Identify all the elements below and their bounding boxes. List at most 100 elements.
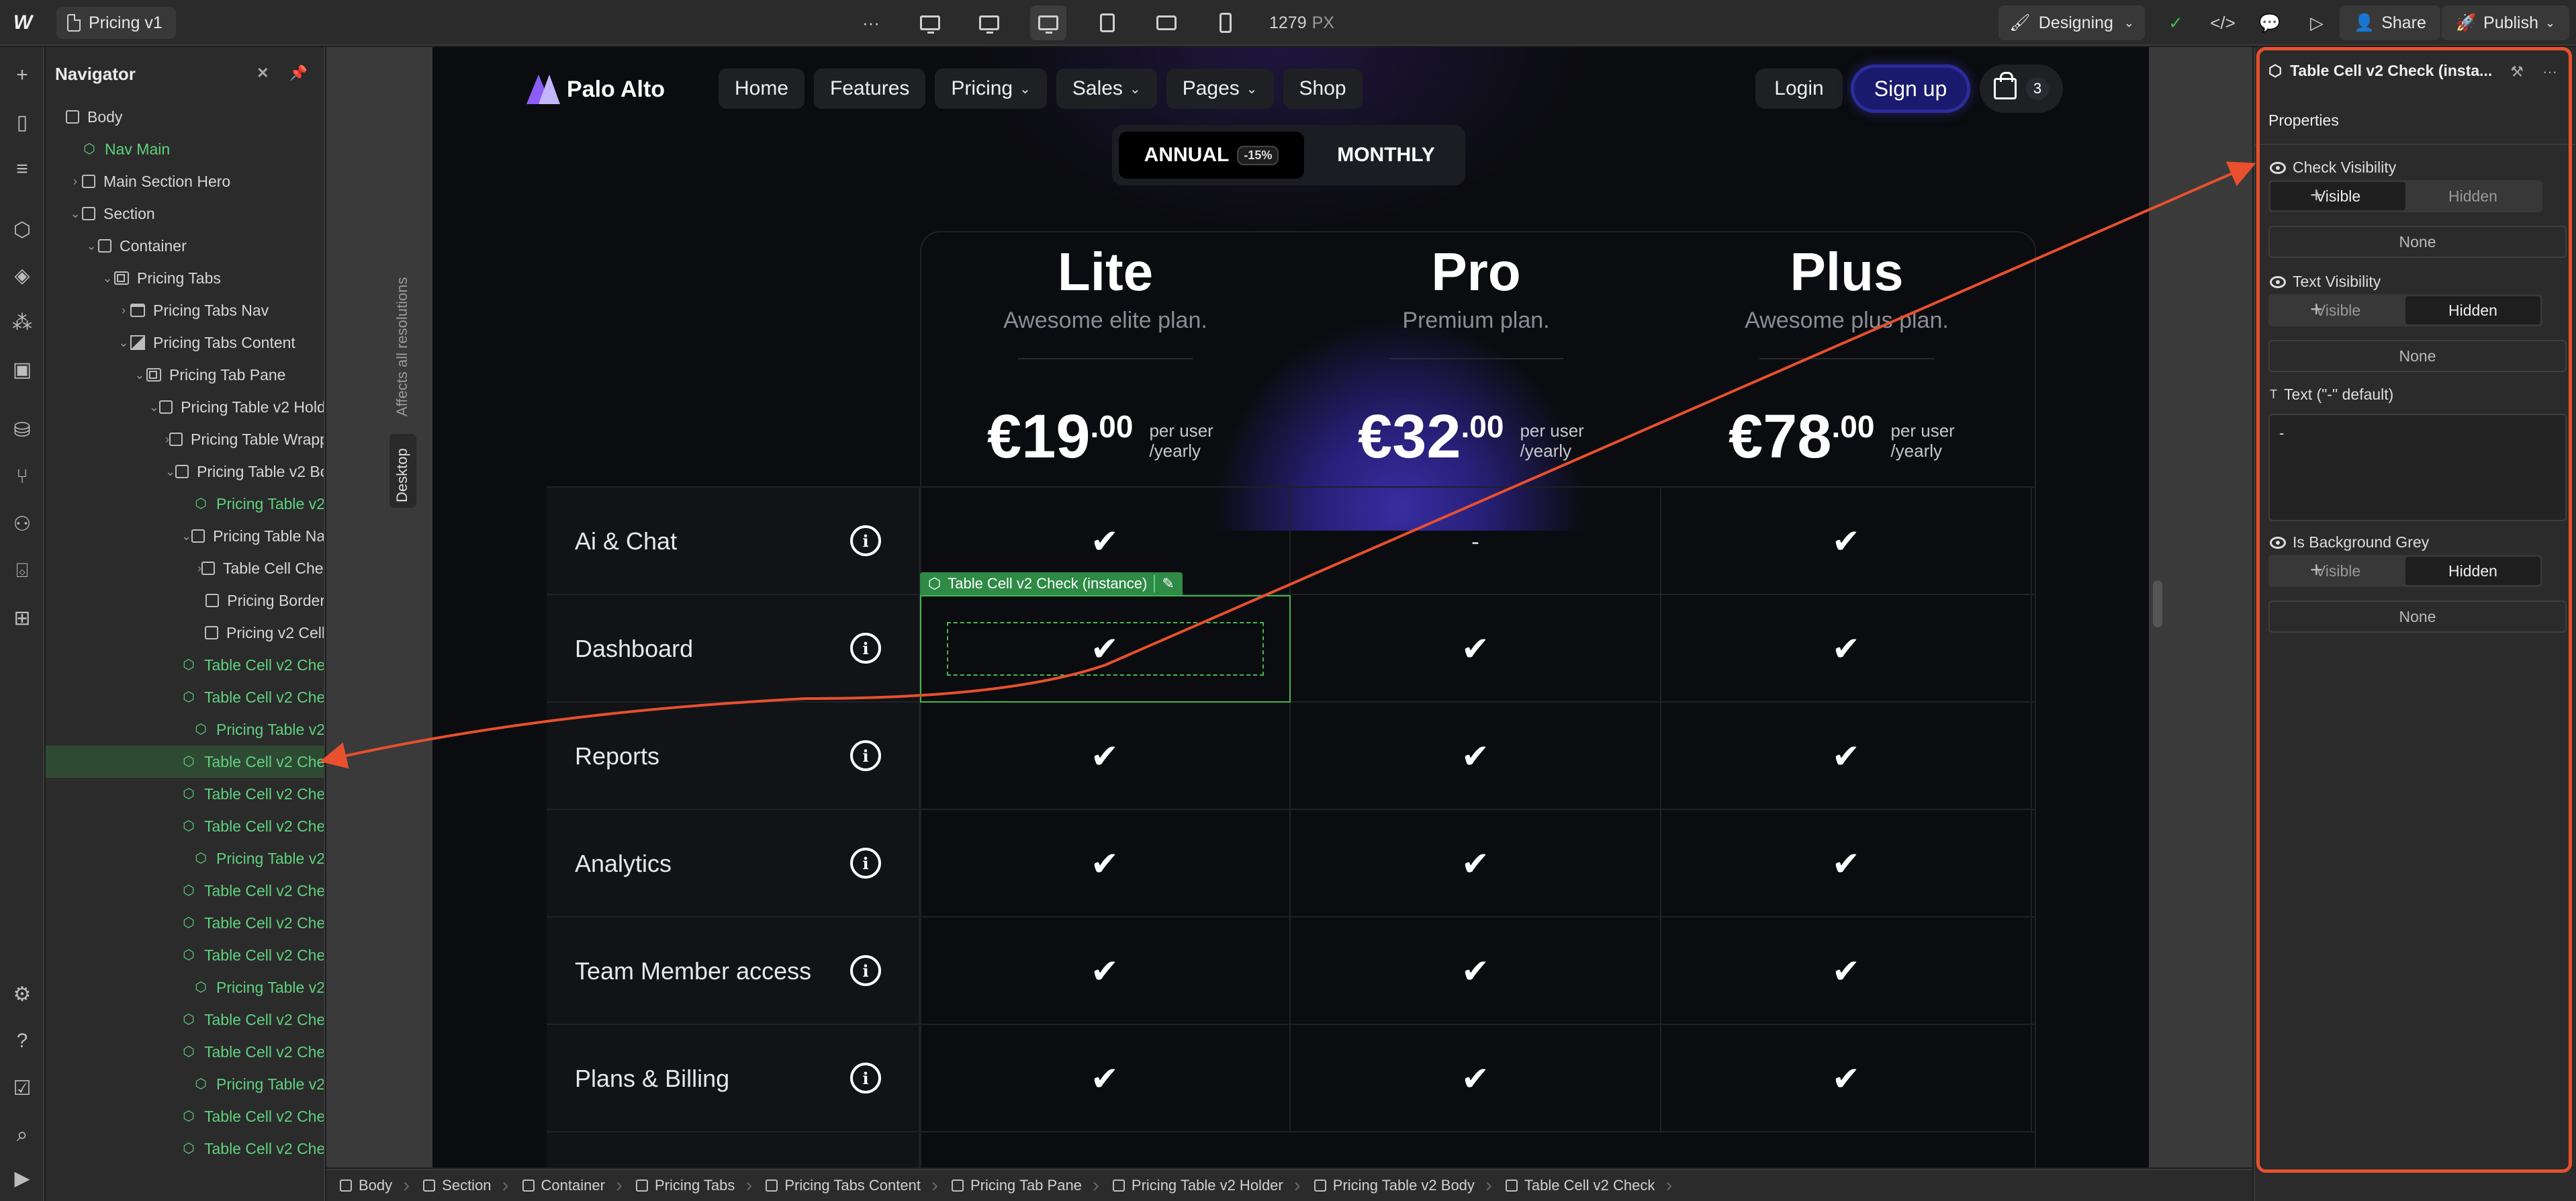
navigator-item[interactable]: ⬡ Nav Main <box>46 133 324 165</box>
webflow-logo-icon[interactable]: W <box>9 9 36 36</box>
expand-caret-icon[interactable]: ⌄ <box>68 207 82 221</box>
apps-icon[interactable]: ⊞ <box>9 605 36 631</box>
navigator-item[interactable]: Pricing v2 Cell <box>46 617 324 649</box>
nav-pricing[interactable]: Pricing ⌄ <box>935 69 1047 109</box>
check-icon[interactable]: ✔ <box>920 703 1291 810</box>
navigator-item[interactable]: ⬡ Table Cell v2 Check <box>46 907 324 939</box>
breadcrumb-item[interactable]: Pricing Tabs Content <box>752 1169 938 1201</box>
logic-icon[interactable]: ⑂ <box>9 463 36 490</box>
navigator-item[interactable]: ⬡ Pricing Table v2 <box>46 842 324 875</box>
navigator-item[interactable]: ›Table Cell Check <box>46 552 324 584</box>
pin-icon[interactable]: 📌 <box>289 64 308 82</box>
expand-caret-icon[interactable]: ⌄ <box>85 239 98 253</box>
check-icon[interactable]: ✔ <box>1291 1025 1661 1132</box>
navigator-item[interactable]: ⬡ Table Cell v2 Check <box>46 1004 324 1036</box>
navigator-item[interactable]: ⌄ Container <box>46 230 324 262</box>
navigator-item[interactable]: › Pricing Tabs Nav <box>46 294 324 326</box>
login-button[interactable]: Login <box>1755 69 1843 109</box>
assets-icon[interactable]: ▣ <box>9 356 36 383</box>
help-icon[interactable]: ? <box>9 1028 36 1055</box>
check-icon[interactable]: ✔ <box>1291 810 1661 918</box>
audit-icon[interactable]: ☑ <box>9 1075 36 1102</box>
info-icon[interactable]: i <box>850 525 881 556</box>
breadcrumb-item[interactable]: Body <box>326 1169 410 1201</box>
nav-shop[interactable]: Shop <box>1283 69 1363 109</box>
nav-features[interactable]: Features <box>814 69 926 109</box>
desktop-base-icon[interactable] <box>1030 5 1066 40</box>
breadcrumb-item[interactable]: Pricing Table v2 Body <box>1301 1169 1492 1201</box>
expand-caret-icon[interactable]: ⌄ <box>133 368 146 382</box>
navigator-item[interactable]: ⬡ Table Cell v2 Check <box>46 1132 324 1165</box>
nav-sales[interactable]: Sales ⌄ <box>1056 69 1157 109</box>
navigator-item[interactable]: ⌄ Pricing Table v2 Body <box>46 455 324 488</box>
desktop-wide-icon[interactable] <box>971 5 1007 40</box>
navigator-item[interactable]: ⬡ Table Cell v2 Check <box>46 649 324 681</box>
pages-icon[interactable]: ▯ <box>9 109 36 136</box>
nav-home[interactable]: Home <box>719 69 805 109</box>
navigator-item[interactable]: ⬡ Pricing Table v2 <box>46 1068 324 1100</box>
check-icon[interactable]: ✔ <box>920 1025 1291 1132</box>
site-logo[interactable]: Palo Alto <box>526 73 665 106</box>
viewport-width-readout[interactable]: 1279 PX <box>1269 13 1334 33</box>
check-icon[interactable]: ✔ <box>1291 703 1661 810</box>
breadcrumb-item[interactable]: Section <box>410 1169 509 1201</box>
navigator-item[interactable]: ⬡ Table Cell v2 Check <box>46 778 324 810</box>
breadcrumb-item[interactable]: Pricing Tabs <box>623 1169 753 1201</box>
check-icon[interactable]: ✔ <box>1661 810 2032 918</box>
expand-caret-icon[interactable]: ⌄ <box>149 400 159 414</box>
components-icon[interactable]: ⬡ <box>9 216 36 243</box>
mode-dropdown[interactable]: 🖌 Designing ⌄ <box>1998 5 2145 40</box>
desktop-large-icon[interactable] <box>912 5 948 40</box>
publish-button[interactable]: 🚀 Publish ⌄ <box>2442 5 2569 40</box>
breadcrumb-item[interactable]: Pricing Table v2 Holder <box>1099 1169 1301 1201</box>
tablet-icon[interactable] <box>1089 5 1125 40</box>
navigator-item[interactable]: ›Pricing Table Wrapper <box>46 423 324 455</box>
page-selector[interactable]: Pricing v1 <box>56 7 176 39</box>
info-icon[interactable]: i <box>850 1063 881 1094</box>
navigator-item[interactable]: ⬡ Pricing Table v2 <box>46 488 324 520</box>
selection-tag[interactable]: ⬡ Table Cell v2 Check (instance) ✎ <box>920 572 1183 595</box>
navigator-item[interactable]: ⬡ Pricing Table v2 <box>46 971 324 1004</box>
cms-icon[interactable]: ⛁ <box>9 416 36 443</box>
navigator-item[interactable]: ⬡ Pricing Table v2 <box>46 713 324 746</box>
expand-caret-icon[interactable]: ⌄ <box>117 336 130 350</box>
cart-button[interactable]: 3 <box>1980 64 2063 113</box>
preview-play-icon[interactable]: ▷ <box>2303 9 2330 36</box>
check-icon[interactable]: ✔ <box>1661 488 2032 595</box>
check-icon[interactable]: ✔ <box>1291 595 1661 703</box>
expand-caret-icon[interactable]: ⌄ <box>165 465 175 479</box>
expand-caret-icon[interactable]: › <box>68 175 82 189</box>
comment-icon[interactable]: 💬 <box>2256 9 2283 36</box>
collapse-icon[interactable]: ✕ <box>257 64 269 82</box>
navigator-item[interactable]: ⌄ Section <box>46 197 324 230</box>
navigator-item[interactable]: ⬡ Table Cell v2 Check <box>46 1100 324 1132</box>
variables-icon[interactable]: ⁂ <box>9 309 36 336</box>
navigator-item[interactable]: › Main Section Hero <box>46 165 324 197</box>
expand-caret-icon[interactable]: ⌄ <box>181 529 191 543</box>
video-icon[interactable]: ▶ <box>9 1165 36 1192</box>
annual-tab[interactable]: ANNUAL -15% <box>1119 132 1304 179</box>
check-icon[interactable]: ✔ <box>1661 1025 2032 1132</box>
navigator-item[interactable]: Pricing Border <box>46 584 324 617</box>
signup-button[interactable]: Sign up <box>1851 64 1970 113</box>
canvas-resize-handle[interactable] <box>2153 580 2162 627</box>
add-icon[interactable]: + <box>9 62 36 89</box>
check-icon[interactable]: ✔ <box>920 810 1291 918</box>
info-icon[interactable]: i <box>850 633 881 664</box>
monthly-tab[interactable]: MONTHLY <box>1314 132 1459 179</box>
more-icon[interactable]: ··· <box>853 5 889 40</box>
code-icon[interactable]: </> <box>2209 9 2236 36</box>
navigator-item[interactable]: ⬡ Table Cell v2 Check <box>46 681 324 713</box>
navigator-item[interactable]: ⬡ Table Cell v2 Check <box>46 810 324 842</box>
navigator-item[interactable]: ⌄ Pricing Tabs Content <box>46 326 324 359</box>
navigator-item[interactable]: ⌄ Pricing Tab Pane <box>46 359 324 391</box>
breadcrumb-item[interactable]: Pricing Tab Pane <box>938 1169 1099 1201</box>
check-icon[interactable]: ✔ <box>1661 703 2032 810</box>
navigator-item[interactable]: ⬡ Table Cell v2 Check <box>46 939 324 971</box>
styles-icon[interactable]: ◈ <box>9 262 36 289</box>
navigator-item[interactable]: ⬡ Table Cell v2 Check <box>46 746 324 778</box>
navigator-item[interactable]: ⌄ Pricing Table Name <box>46 520 324 552</box>
navigator-item[interactable]: Body <box>46 101 324 133</box>
navigator-item[interactable]: ⬡ Table Cell v2 Check <box>46 875 324 907</box>
search-icon[interactable]: ⌕ <box>9 1122 36 1149</box>
